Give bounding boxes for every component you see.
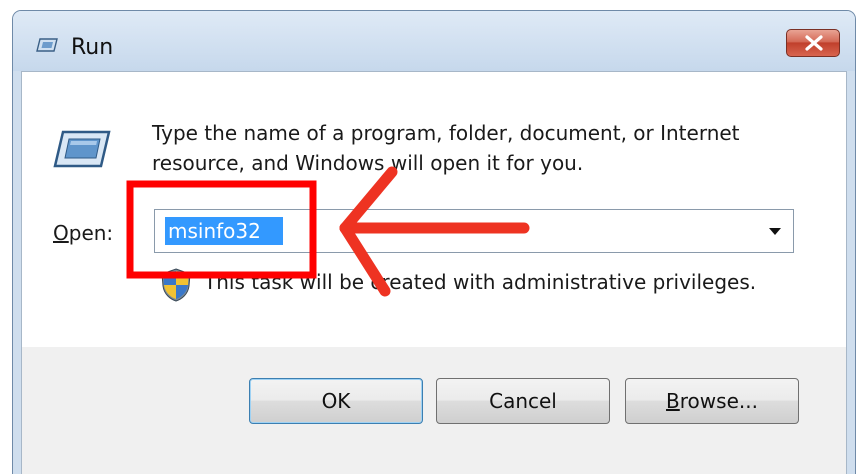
dialog-client-area: Type the name of a program, folder, docu… [21, 71, 847, 474]
shield-icon [161, 268, 191, 302]
ok-button[interactable]: OK [249, 378, 423, 424]
open-input[interactable] [165, 217, 283, 245]
browse-button[interactable]: Browse... [625, 378, 799, 424]
close-button[interactable] [786, 29, 840, 57]
close-icon [805, 35, 823, 51]
run-icon [36, 38, 58, 52]
open-label-accesskey: O [53, 221, 69, 245]
open-label-rest: pen: [68, 221, 114, 245]
window-title: Run [71, 35, 114, 60]
browse-label-rest: rowse... [679, 389, 758, 413]
run-program-icon [53, 130, 111, 168]
open-combobox[interactable] [154, 209, 794, 253]
dialog-description: Type the name of a program, folder, docu… [152, 121, 740, 175]
open-label: Open: [53, 221, 113, 245]
browse-accesskey: B [666, 389, 680, 413]
dropdown-arrow-icon[interactable] [769, 228, 781, 235]
run-dialog-window: Run Type the name of a program, folder, … [12, 10, 856, 474]
content-panel: Type the name of a program, folder, docu… [22, 72, 846, 347]
admin-privileges-note: This task will be created with administr… [204, 270, 757, 294]
title-bar[interactable]: Run [13, 11, 855, 71]
cancel-button[interactable]: Cancel [436, 378, 610, 424]
